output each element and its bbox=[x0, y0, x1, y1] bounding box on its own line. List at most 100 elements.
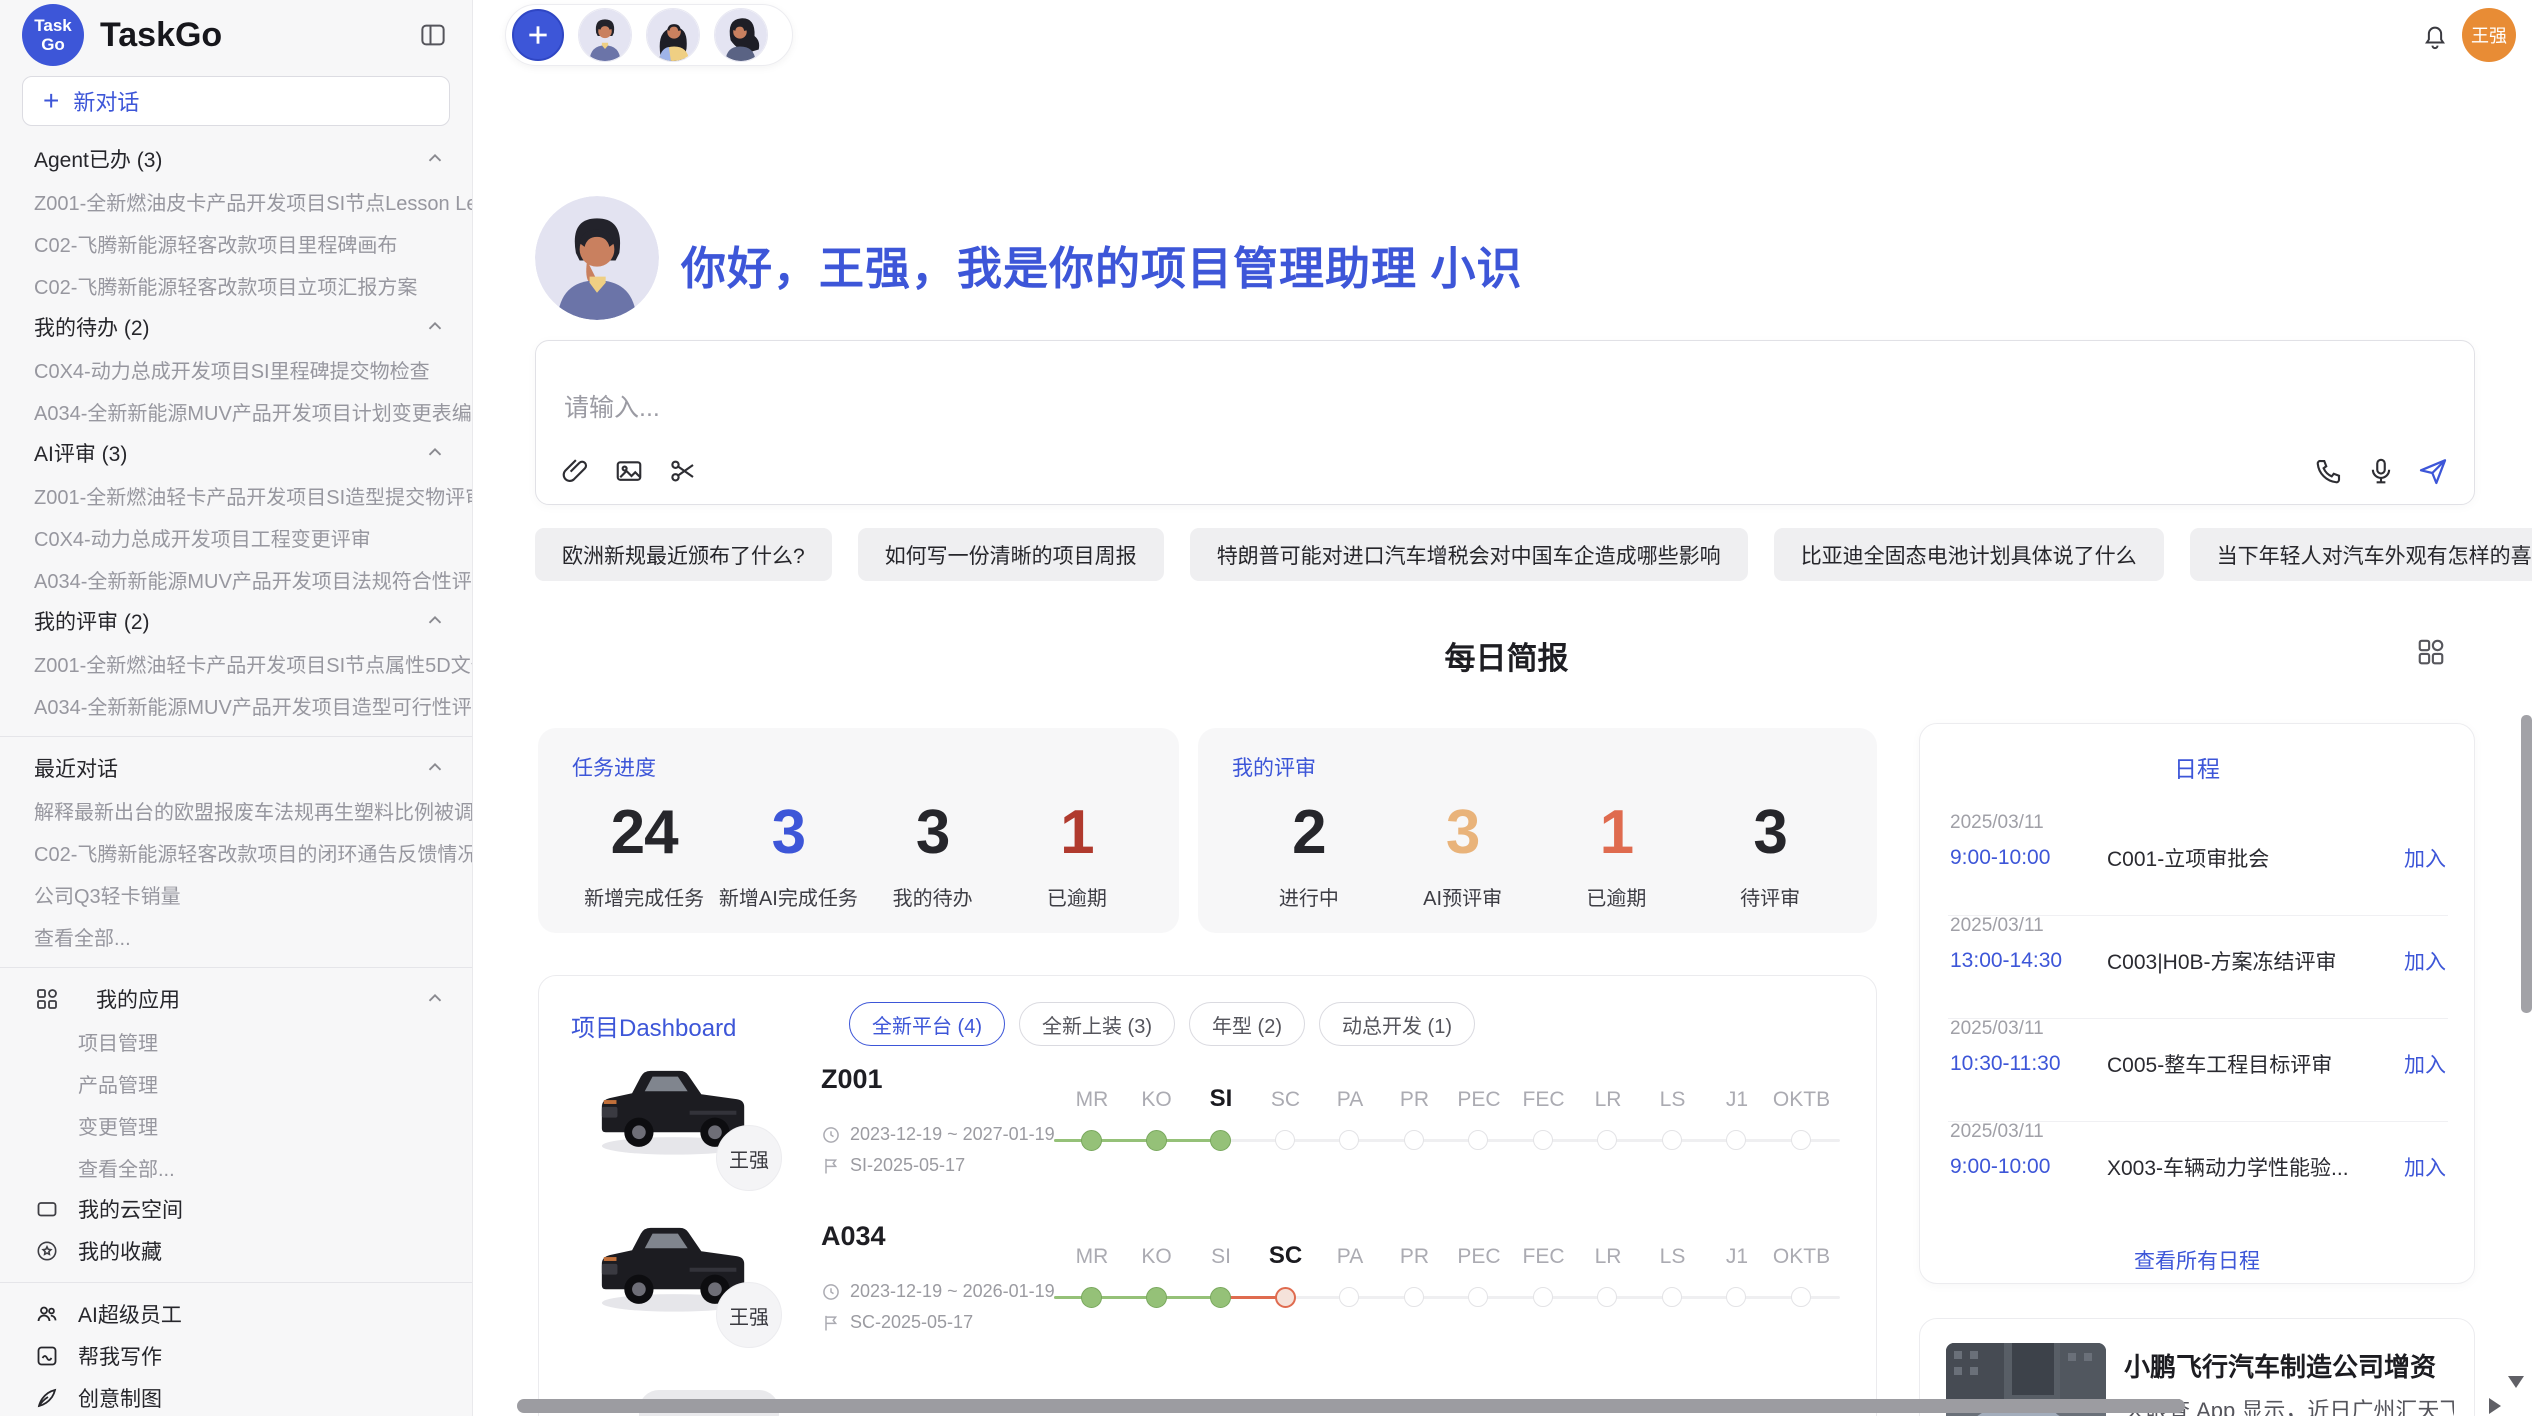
sidebar-item[interactable]: Z001-全新燃油轻卡产品开发项目SI造型提交物评审 bbox=[0, 474, 472, 516]
project-flag: SC-2025-05-17 bbox=[821, 1312, 973, 1333]
stat-card-title: 任务进度 bbox=[572, 752, 1149, 782]
sidebar-item[interactable]: A034-全新新能源MUV产品开发项目计划变更表编写 bbox=[0, 390, 472, 432]
chevron-up-icon bbox=[424, 316, 446, 338]
suggestion-chips: 欧洲新规最近颁布了什么? 如何写一份清晰的项目周报特朗普可能对进口汽车增税会对中国… bbox=[535, 528, 2475, 581]
sidebar-section-header[interactable]: Agent已办 (3) bbox=[0, 138, 472, 180]
project-dates: 2023-12-19 ~ 2027-01-19 bbox=[821, 1124, 1055, 1145]
dates-text: 2023-12-19 ~ 2027-01-19 bbox=[850, 1124, 1055, 1145]
sidebar-section-header[interactable]: AI评审 (3) bbox=[0, 432, 472, 474]
dashboard-tab[interactable]: 全新上装 (3) bbox=[1019, 1002, 1175, 1046]
project-row[interactable]: 王强A0342023-12-19 ~ 2026-01-19SC-2025-05-… bbox=[539, 1199, 1878, 1359]
event-time: 9:00-10:00 bbox=[1950, 846, 2107, 870]
sidebar-item-star[interactable]: 我的收藏 bbox=[0, 1230, 472, 1272]
sidebar-item[interactable]: A034-全新新能源MUV产品开发项目法规符合性评审 bbox=[0, 558, 472, 600]
sidebar-apps-header[interactable]: 我的应用 bbox=[0, 978, 472, 1020]
app-item[interactable]: 产品管理 bbox=[0, 1062, 472, 1104]
suggestion-chip[interactable]: 当下年轻人对汽车外观有怎样的喜好趋势 bbox=[2190, 528, 2532, 581]
microphone-icon[interactable] bbox=[2364, 454, 2398, 488]
recent-conversation-item[interactable]: 公司Q3轻卡销量 bbox=[0, 873, 472, 915]
milestone-dot bbox=[1533, 1287, 1553, 1307]
user-avatar[interactable]: 王强 bbox=[2462, 8, 2516, 62]
suggestion-chip[interactable]: 如何写一份清晰的项目周报 bbox=[858, 528, 1164, 581]
sidebar-item[interactable]: C02-飞腾新能源轻客改款项目里程碑画布 bbox=[0, 222, 472, 264]
add-conversation-button[interactable] bbox=[512, 9, 564, 61]
assistant-avatar bbox=[535, 196, 659, 320]
sidebar-item[interactable]: A034-全新新能源MUV产品开发项目造型可行性评审 bbox=[0, 684, 472, 726]
avatar-woman-2[interactable] bbox=[714, 8, 768, 62]
stat-label: 新增AI完成任务 bbox=[716, 882, 860, 911]
stat-row: 24新增完成任务3新增AI完成任务3我的待办1已逾期 bbox=[572, 800, 1149, 911]
sidebar-item[interactable]: C0X4-动力总成开发项目SI里程碑提交物检查 bbox=[0, 348, 472, 390]
scroll-down-arrow-icon[interactable] bbox=[2508, 1376, 2524, 1388]
milestone-track-done bbox=[1054, 1296, 1221, 1299]
project-dashboard-card: 项目Dashboard 全新平台 (4) 全新上装 (3) 年型 (2) 动总开发 (… bbox=[538, 975, 1877, 1416]
app-item[interactable]: 查看全部... bbox=[0, 1146, 472, 1188]
briefing-layout-icon[interactable] bbox=[2416, 637, 2448, 669]
dashboard-tab[interactable]: 全新平台 (4) bbox=[849, 1002, 1005, 1046]
image-icon[interactable] bbox=[612, 454, 646, 488]
sidebar-item[interactable]: C02-飞腾新能源轻客改款项目立项汇报方案 bbox=[0, 264, 472, 306]
suggestion-chip[interactable]: 欧洲新规最近颁布了什么? bbox=[535, 528, 832, 581]
stat: 3待评审 bbox=[1693, 800, 1847, 911]
phone-icon[interactable] bbox=[2312, 454, 2346, 488]
pen-icon bbox=[34, 1386, 60, 1410]
avatar-man[interactable] bbox=[578, 8, 632, 62]
event-time: 13:00-14:30 bbox=[1950, 949, 2107, 973]
user-name: 王强 bbox=[2471, 22, 2507, 48]
event-name: C005-整车工程目标评审 bbox=[2107, 1049, 2404, 1079]
stat-row: 2进行中3AI预评审1已逾期3待评审 bbox=[1232, 800, 1847, 911]
new-chat-button[interactable]: + 新对话 bbox=[22, 76, 450, 126]
avatar-woman-1[interactable] bbox=[646, 8, 700, 62]
dashboard-tab[interactable]: 动总开发 (1) bbox=[1319, 1002, 1475, 1046]
event-join-link[interactable]: 加入 bbox=[2404, 1152, 2446, 1182]
chat-input[interactable] bbox=[562, 393, 2166, 424]
label: 我的收藏 bbox=[78, 1236, 162, 1266]
stat: 2进行中 bbox=[1232, 800, 1386, 911]
recent-conversation-item[interactable]: 解释最新出台的欧盟报废车法规再生塑料比例被调至15%... bbox=[0, 789, 472, 831]
sidebar-tool[interactable]: AI超级员工 bbox=[0, 1293, 472, 1335]
view-all-schedule-link[interactable]: 查看所有日程 bbox=[1920, 1245, 2474, 1275]
sidebar-recent-header[interactable]: 最近对话 bbox=[0, 747, 472, 789]
milestone-dot bbox=[1662, 1287, 1682, 1307]
send-icon[interactable] bbox=[2416, 454, 2450, 488]
sidebar-item-box[interactable]: 我的云空间 bbox=[0, 1188, 472, 1230]
sidebar-tool[interactable]: 创意制图 bbox=[0, 1377, 472, 1416]
event-join-link[interactable]: 加入 bbox=[2404, 843, 2446, 873]
recent-conversation-item[interactable]: 查看全部... bbox=[0, 915, 472, 957]
sidebar-section-header[interactable]: 我的待办 (2) bbox=[0, 306, 472, 348]
input-toolbar-right bbox=[2312, 454, 2450, 488]
event-join-link[interactable]: 加入 bbox=[2404, 946, 2446, 976]
milestone-dot bbox=[1597, 1130, 1617, 1150]
dashboard-tab[interactable]: 年型 (2) bbox=[1189, 1002, 1305, 1046]
recent-conversation-item[interactable]: C02-飞腾新能源轻客改款项目的闭环通告反馈情况 bbox=[0, 831, 472, 873]
sidebar-item[interactable]: Z001-全新燃油轻卡产品开发项目SI节点属性5D文件评审 bbox=[0, 642, 472, 684]
event-join-link[interactable]: 加入 bbox=[2404, 1049, 2446, 1079]
sidebar-item[interactable]: C0X4-动力总成开发项目工程变更评审 bbox=[0, 516, 472, 558]
sidebar-section-header[interactable]: 我的评审 (2) bbox=[0, 600, 472, 642]
event-date: 2025/03/11 bbox=[1950, 1018, 2446, 1040]
divider bbox=[0, 736, 472, 737]
dashboard-title: 项目Dashboard bbox=[571, 1008, 736, 1043]
sidebar-scroll: Agent已办 (3)Z001-全新燃油皮卡产品开发项目SI节点Lesson L… bbox=[0, 138, 472, 1416]
horizontal-scrollbar[interactable] bbox=[517, 1399, 2185, 1413]
event-time: 10:30-11:30 bbox=[1950, 1052, 2107, 1076]
attachment-icon[interactable] bbox=[558, 454, 592, 488]
stat-label: 待评审 bbox=[1693, 882, 1847, 911]
sidebar-collapse-icon[interactable] bbox=[416, 18, 450, 52]
vertical-scrollbar[interactable] bbox=[2521, 715, 2532, 1013]
suggestion-chip[interactable]: 比亚迪全固态电池计划具体说了什么 bbox=[1774, 528, 2164, 581]
milestone-dot bbox=[1468, 1130, 1488, 1150]
scissors-icon[interactable] bbox=[666, 454, 700, 488]
scroll-right-arrow-icon[interactable] bbox=[2489, 1398, 2501, 1414]
app-item[interactable]: 变更管理 bbox=[0, 1104, 472, 1146]
project-row[interactable]: 王强Z0012023-12-19 ~ 2027-01-19SI-2025-05-… bbox=[539, 1042, 1878, 1202]
notification-bell-icon[interactable] bbox=[2420, 20, 2452, 52]
milestone-label: OKTB bbox=[1757, 1088, 1847, 1112]
app-item[interactable]: 项目管理 bbox=[0, 1020, 472, 1062]
new-chat-label: 新对话 bbox=[73, 85, 139, 117]
stat-value: 1 bbox=[1540, 800, 1694, 866]
sidebar-tool[interactable]: 帮我写作 bbox=[0, 1335, 472, 1377]
event-name: X003-车辆动力学性能验... bbox=[2107, 1152, 2404, 1182]
suggestion-chip[interactable]: 特朗普可能对进口汽车增税会对中国车企造成哪些影响 bbox=[1190, 528, 1748, 581]
sidebar-item[interactable]: Z001-全新燃油皮卡产品开发项目SI节点Lesson Learn报告 bbox=[0, 180, 472, 222]
